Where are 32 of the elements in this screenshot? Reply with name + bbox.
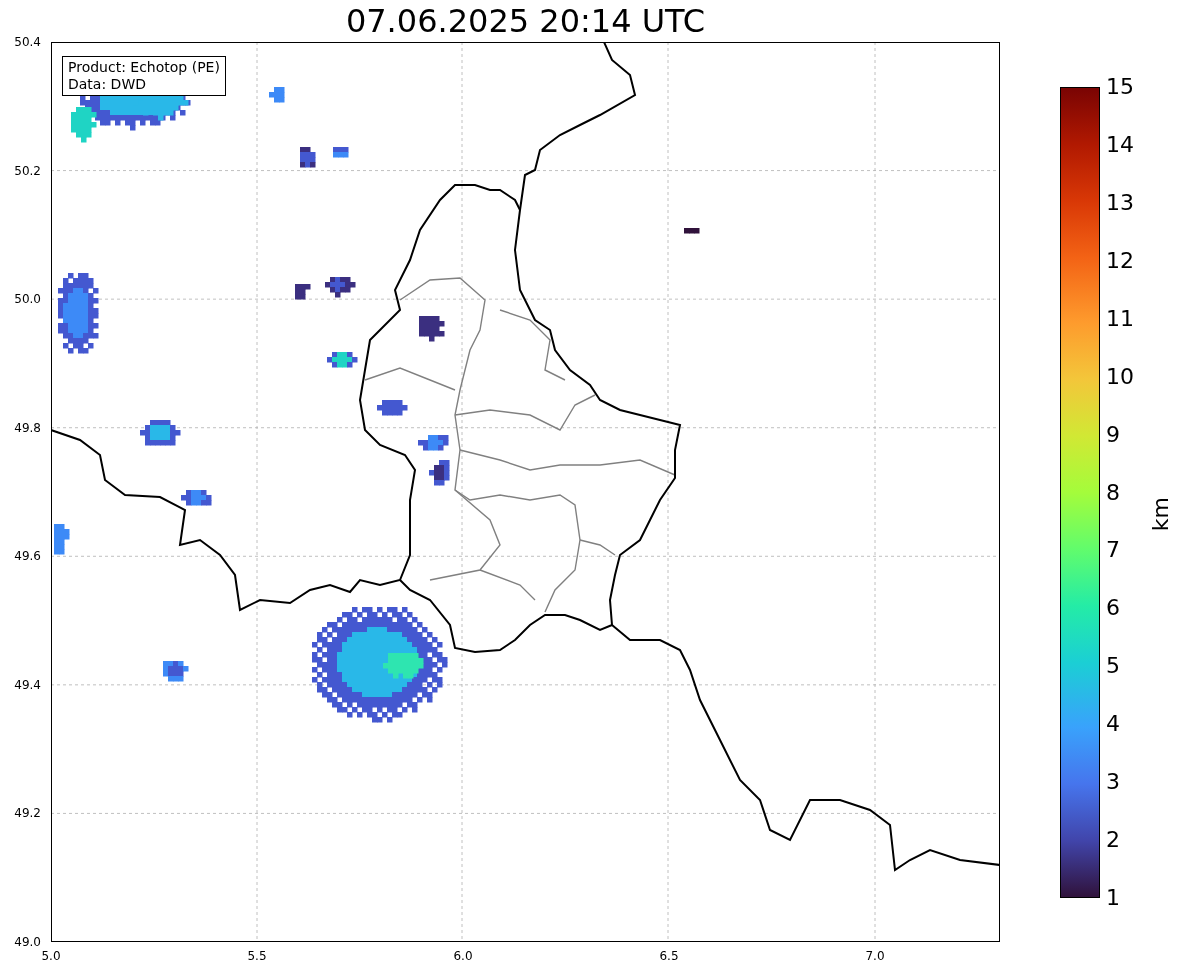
colorbar-tick-label: 2 (1106, 829, 1120, 852)
y-axis-tick-label: 49.2 (14, 806, 41, 821)
y-axis-tick-label: 50.4 (14, 35, 41, 49)
x-axis-tick-label: 5.5 (247, 949, 267, 963)
colorbar-tick-label: 5 (1106, 655, 1120, 678)
x-axis-tick-label: 6.5 (659, 949, 679, 963)
colorbar-tick-label: 12 (1106, 249, 1134, 272)
colorbar-tick-label: 1 (1106, 887, 1120, 909)
colorbar-tick-label: 9 (1106, 423, 1120, 446)
chart-title: 07.06.2025 20:14 UTC (345, 5, 706, 37)
colorbar-tick-label: 8 (1106, 481, 1120, 504)
colorbar-tick-label: 15 (1106, 76, 1134, 98)
colorbar-tick-label: 13 (1106, 191, 1134, 214)
x-axis-tick-label: 7.0 (865, 949, 885, 963)
colorbar-tick-label: 11 (1106, 307, 1134, 330)
colorbar-tick-label: 7 (1106, 539, 1120, 562)
y-axis-tick-label: 50.2 (14, 163, 41, 178)
info-text: Product: Echotop (PE) (68, 59, 220, 76)
y-axis-tick-label: 49.8 (14, 420, 41, 435)
y-axis-tick-label: 50.0 (14, 292, 41, 307)
colorbar-tick-label: 10 (1106, 365, 1134, 388)
colorbar-tick-label: 4 (1106, 713, 1120, 736)
y-axis-tick-label: 49.6 (14, 549, 41, 564)
info-text: Data: DWD (68, 76, 147, 93)
y-axis-tick-label: 49.4 (14, 677, 41, 692)
colorbar-tick-label: 14 (1106, 133, 1134, 156)
colorbar-tick-label: 6 (1106, 597, 1120, 620)
y-axis-tick-label: 49.0 (14, 935, 41, 949)
colorbar-label: km (1150, 497, 1172, 532)
x-axis-tick-label: 6.0 (453, 949, 473, 963)
x-axis-tick-label: 5.0 (41, 949, 61, 963)
colorbar-tick-label: 3 (1106, 771, 1120, 794)
